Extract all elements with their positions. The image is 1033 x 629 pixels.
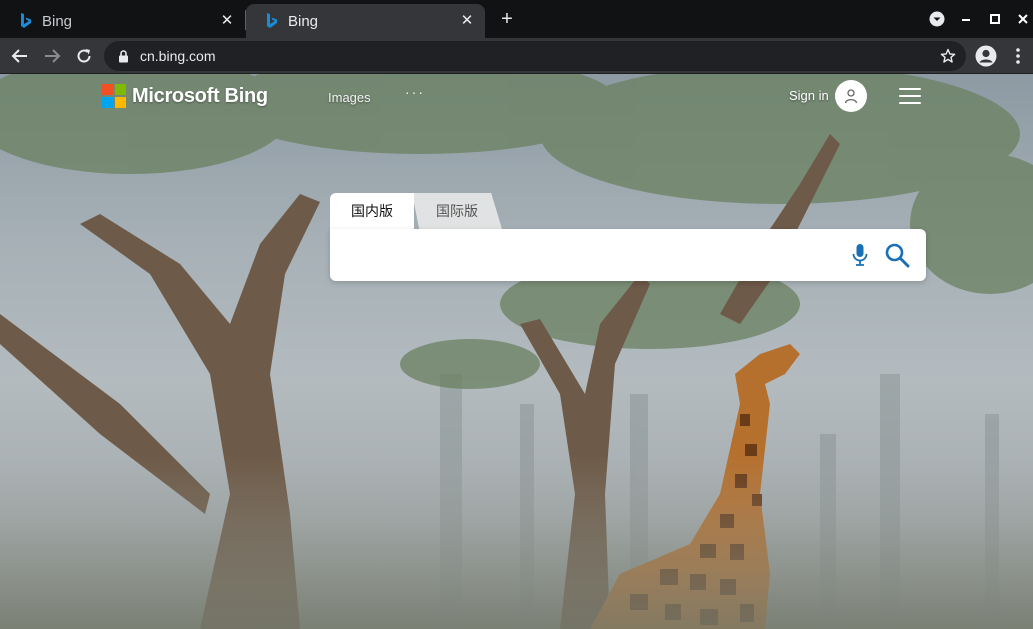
avatar[interactable]: [835, 80, 867, 112]
close-icon[interactable]: ✕: [459, 13, 475, 29]
sign-in-link[interactable]: Sign in: [789, 88, 829, 103]
search-icon[interactable]: [884, 242, 910, 268]
minimize-icon: [962, 19, 970, 21]
more-menu-button[interactable]: ···: [405, 84, 425, 100]
new-tab-button[interactable]: +: [497, 9, 517, 29]
url-text: cn.bing.com: [140, 48, 216, 64]
lock-icon[interactable]: [116, 49, 130, 63]
profile-button[interactable]: [974, 44, 998, 68]
tab-international[interactable]: 国际版: [412, 193, 502, 229]
close-window-button[interactable]: [1014, 10, 1032, 28]
microsoft-bing-logo[interactable]: Microsoft Bing: [102, 83, 268, 109]
browser-tab[interactable]: Bing ✕: [0, 4, 245, 38]
search-box: [330, 229, 926, 281]
chevron-down-icon: [929, 11, 945, 27]
person-icon: [844, 89, 858, 104]
forward-button[interactable]: [40, 44, 64, 68]
nav-images-link[interactable]: Images: [328, 90, 371, 105]
hamburger-menu-button[interactable]: [899, 86, 921, 106]
account-circle-icon: [975, 45, 997, 67]
bookmark-star-icon[interactable]: [940, 48, 956, 64]
search-input[interactable]: [346, 241, 826, 269]
more-vert-icon: [1016, 48, 1020, 64]
address-bar[interactable]: cn.bing.com: [104, 41, 966, 71]
bing-icon: [264, 13, 280, 29]
logo-text: Microsoft Bing: [132, 84, 268, 107]
arrow-right-icon: [45, 49, 61, 63]
close-icon: [1018, 14, 1028, 24]
background-image: [0, 74, 1033, 629]
tab-title: Bing: [288, 12, 319, 30]
maximize-button[interactable]: [986, 10, 1004, 28]
menu-bar: [899, 95, 921, 97]
tab-title: Bing: [42, 12, 73, 30]
bing-icon: [18, 13, 34, 29]
reload-button[interactable]: [72, 44, 96, 68]
browser-menu-button[interactable]: [1006, 44, 1030, 68]
menu-bar: [899, 88, 921, 90]
microphone-icon[interactable]: [850, 243, 870, 267]
reload-icon: [77, 49, 91, 63]
menu-bar: [899, 102, 921, 104]
close-icon[interactable]: ✕: [219, 13, 235, 29]
browser-toolbar: cn.bing.com: [0, 38, 1033, 74]
tab-domestic[interactable]: 国内版: [330, 193, 414, 229]
maximize-icon: [990, 14, 1000, 24]
browser-tab-active[interactable]: Bing ✕: [246, 4, 485, 38]
tab-search-button[interactable]: [928, 10, 946, 28]
microsoft-logo-icon: [102, 84, 126, 108]
minimize-button[interactable]: [957, 10, 975, 28]
bing-homepage: Microsoft Bing Images ··· Sign in 国际版 国内…: [0, 74, 1033, 629]
back-button[interactable]: [8, 44, 32, 68]
arrow-left-icon: [11, 49, 27, 63]
tab-strip: Bing ✕ Bing ✕ +: [0, 0, 1033, 38]
